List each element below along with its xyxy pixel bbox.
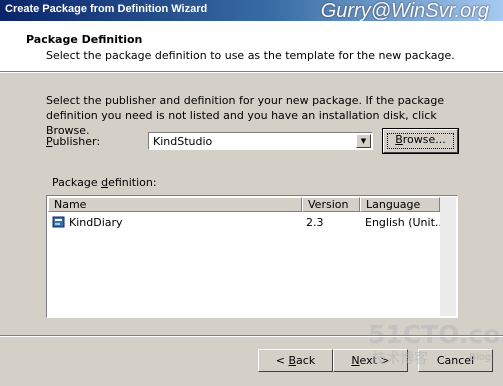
row-version: 2.3	[306, 216, 324, 229]
list-item[interactable]: KindDiary 2.3 English (Unit...	[48, 214, 445, 232]
row-language: English (Unit...	[365, 216, 446, 229]
watermark-bottom-sub: 技术博客	[372, 351, 428, 367]
publisher-value: KindStudio	[153, 135, 213, 148]
row-name: KindDiary	[69, 216, 123, 229]
back-button[interactable]: < Back	[258, 349, 333, 372]
package-definition-label: Package definition:	[52, 176, 157, 189]
publisher-label: Publisher:	[46, 135, 101, 148]
wizard-header: Package Definition Select the package de…	[0, 21, 503, 71]
publisher-combobox[interactable]: KindStudio ▼	[148, 132, 373, 150]
focus-rect	[387, 133, 454, 149]
window-title: Create Package from Definition Wizard	[5, 3, 208, 15]
footer-separator	[0, 335, 503, 337]
dropdown-arrow-icon[interactable]: ▼	[356, 134, 371, 148]
watermark-bottom-tail: Blog	[469, 352, 492, 363]
column-header-name[interactable]: Name	[48, 197, 302, 212]
column-header-version[interactable]: Version	[302, 197, 360, 212]
header-title: Package Definition	[26, 33, 143, 46]
package-definition-list[interactable]: Name Version Language KindDiary 2.3 Engl…	[46, 195, 458, 318]
watermark-top: Gurry@WinSvr.org	[320, 0, 489, 22]
package-icon	[52, 215, 66, 232]
back-label: < Back	[275, 354, 316, 367]
header-description: Select the package definition to use as …	[46, 49, 455, 62]
list-scrollbar[interactable]	[440, 197, 456, 316]
column-header-language[interactable]: Language	[360, 197, 440, 212]
header-separator	[0, 71, 503, 73]
browse-button[interactable]: Browse...	[382, 128, 459, 154]
